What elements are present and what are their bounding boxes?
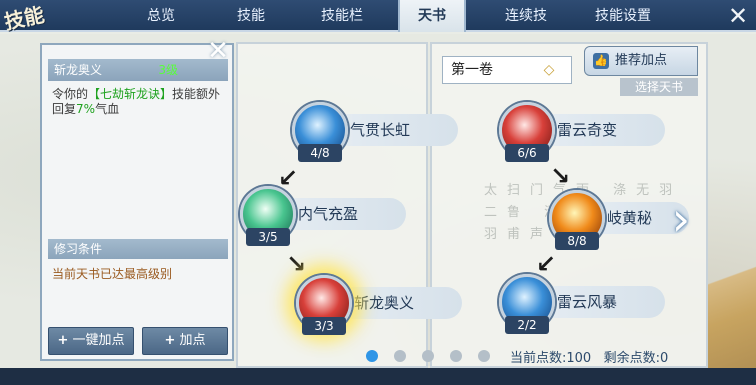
tab-combo-skills[interactable]: 连续技 <box>490 0 562 32</box>
bottom-strip <box>0 368 756 385</box>
button-label: 一键加点 <box>72 333 125 348</box>
tab-skill-bar[interactable]: 技能栏 <box>306 0 378 32</box>
skill-node-count: 8/8 <box>555 232 599 250</box>
tab-overview[interactable]: 总览 <box>128 0 194 32</box>
skill-name-header: 斩龙奥义 3级 <box>48 59 228 81</box>
remaining-points-label: 剩余点数: <box>603 351 661 366</box>
page-dot[interactable] <box>422 350 434 362</box>
top-nav-bar: 技能 总览 技能 技能栏 天书 连续技 技能设置 ✕ <box>0 0 756 34</box>
chevron-right-icon[interactable]: › <box>666 196 696 242</box>
page-dot[interactable] <box>366 350 378 362</box>
decorative-scroll <box>708 240 756 368</box>
skill-node-count: 2/2 <box>505 316 549 334</box>
tab-heavenly-book[interactable]: 天书 <box>398 0 466 32</box>
requirement-header: 修习条件 <box>48 239 228 259</box>
desc-percent: 7% <box>76 102 96 116</box>
desc-highlight: 【七劫斩龙诀】 <box>88 87 173 101</box>
thumbs-up-icon: 👍 <box>593 53 609 69</box>
skill-node-count: 3/5 <box>246 228 290 246</box>
skill-node-count: 4/8 <box>298 144 342 162</box>
page-dot[interactable] <box>478 350 490 362</box>
add-point-button[interactable]: + 加点 <box>142 327 228 355</box>
choose-book-button[interactable]: 选择天书 <box>620 78 698 96</box>
tab-skills[interactable]: 技能 <box>218 0 284 32</box>
page-dot[interactable] <box>450 350 462 362</box>
close-icon[interactable]: ✕ <box>204 38 232 64</box>
skill-node-count: 3/3 <box>302 317 346 335</box>
arrow-down-icon: ↘ <box>550 162 571 190</box>
skill-node-count: 6/6 <box>505 144 549 162</box>
plus-icon: + <box>164 333 176 348</box>
skill-info-panel: 斩龙奥义 3级 令你的【七劫斩龙诀】技能额外回复7%气血 修习条件 当前天书已达… <box>40 43 234 361</box>
page-dot[interactable] <box>394 350 406 362</box>
current-points-label: 当前点数: <box>510 351 567 366</box>
button-label: 加点 <box>179 333 206 348</box>
close-icon[interactable]: ✕ <box>724 2 752 30</box>
desc-text: 令你的 <box>52 87 89 101</box>
arrow-down-icon: ↙ <box>278 164 299 192</box>
current-points-value: 100 <box>566 351 592 366</box>
recommend-label: 推荐加点 <box>615 53 668 68</box>
plus-icon: + <box>57 333 69 348</box>
lotus-emblem-icon: ◇ <box>543 62 555 78</box>
recommend-points-button[interactable]: 👍 推荐加点 <box>584 46 698 76</box>
arrow-down-icon: ↙ <box>536 250 557 278</box>
arrow-down-icon: ↘ <box>286 250 307 278</box>
tab-skill-settings[interactable]: 技能设置 <box>578 0 668 32</box>
remaining-points-value: 0 <box>660 351 669 366</box>
requirement-text: 当前天书已达最高级别 <box>52 267 173 281</box>
skill-name: 斩龙奥义 <box>54 63 103 77</box>
skill-description: 令你的【七劫斩龙诀】技能额外回复7%气血 <box>52 87 228 117</box>
skill-level: 3级 <box>158 63 178 77</box>
points-summary: 当前点数:100 剩余点数:0 <box>510 347 668 366</box>
one-click-add-points-button[interactable]: + 一键加点 <box>48 327 134 355</box>
skill-logo: 技能 <box>2 2 47 35</box>
desc-text: 气血 <box>95 102 120 116</box>
